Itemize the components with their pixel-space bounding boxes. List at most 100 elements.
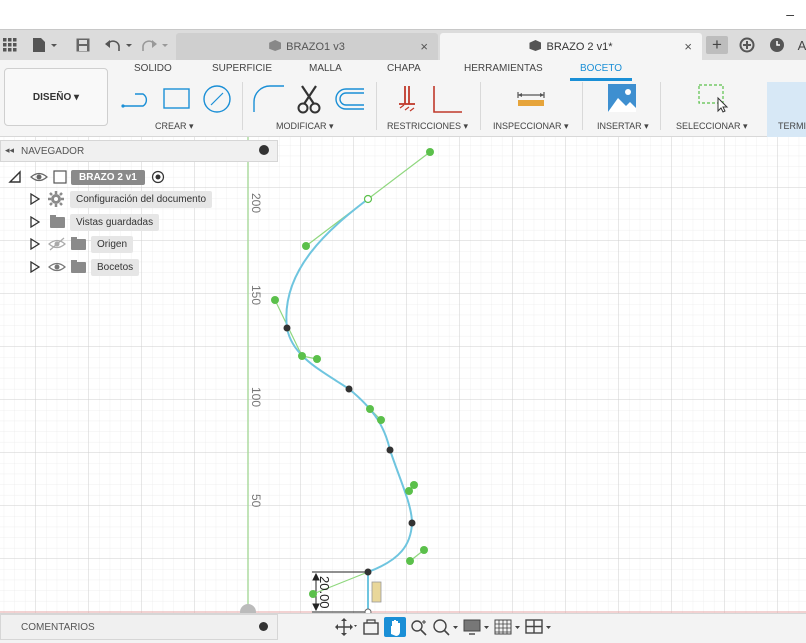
constraint-glyph-icon [371,581,382,603]
measure-icon[interactable] [516,88,546,108]
fillet-tool-icon[interactable] [252,84,286,114]
tree-item-bocetos[interactable]: Bocetos [30,257,140,277]
save-icon[interactable] [74,36,92,54]
divider [376,82,377,130]
handle-point [406,557,414,565]
rectangle-tool-icon[interactable] [162,86,192,112]
grid-icon[interactable] [2,36,18,54]
constraint-fix-icon[interactable] [396,84,418,114]
activate-radio-icon[interactable] [151,170,165,184]
grid-icon[interactable] [494,617,522,637]
group-terminar[interactable]: TERMI [778,121,806,131]
tree-item-label[interactable]: Origen [91,235,134,253]
toolbar-ribbon: DISEÑO ▾ SOLIDO SUPERFICIE MALLA CHAPA H… [0,60,806,137]
group-modificar[interactable]: MODIFICAR ▾ [276,121,334,132]
insert-image-icon[interactable] [608,84,636,112]
tree-item-vistas[interactable]: Vistas guardadas [30,212,160,232]
tab-chapa[interactable]: CHAPA [387,63,421,74]
pin-icon[interactable] [259,622,268,631]
file-icon[interactable] [30,36,60,54]
group-insertar[interactable]: INSERTAR ▾ [597,121,649,132]
axis-label-50: 50 [249,494,263,508]
trim-tool-icon[interactable] [296,84,324,114]
eye-hidden-icon[interactable] [48,237,66,251]
pan-icon[interactable] [384,617,406,637]
navigation-toolbar [334,615,554,639]
divider [582,82,583,130]
tab-herramientas[interactable]: HERRAMIENTAS [464,63,543,74]
offset-tool-icon[interactable] [332,86,366,112]
minimize-button[interactable]: – [786,6,794,22]
expand-triangle-icon[interactable] [30,193,40,205]
handle-point [420,546,428,554]
comments-panel[interactable]: COMENTARIOS [0,614,278,640]
root-component-row[interactable]: BRAZO 2 v1 [8,167,165,187]
notifications-button[interactable]: A [796,36,806,54]
new-tab-button[interactable]: + [706,35,728,54]
handle-point [366,405,374,413]
tab-malla[interactable]: MALLA [309,63,342,74]
tree-item-label[interactable]: Bocetos [91,258,140,276]
cube-icon [529,40,542,51]
tree-item-label[interactable]: Configuración del documento [70,190,213,208]
fit-point [386,446,394,454]
select-window-icon[interactable] [698,84,730,114]
expand-triangle-icon[interactable] [30,216,40,228]
redo-icon[interactable] [140,36,170,54]
tree-item-origen[interactable]: Origen [30,234,134,254]
display-icon[interactable] [463,617,491,637]
constraint-perpendicular-icon[interactable] [430,84,464,114]
comments-title: COMENTARIOS [21,622,95,633]
circle-tool-icon[interactable] [202,84,234,114]
tab-boceto[interactable]: BOCETO [580,63,622,74]
eye-icon[interactable] [48,260,66,274]
fit-icon[interactable] [432,617,460,637]
tab-brazo1[interactable]: BRAZO1 v3 × [176,33,438,60]
handle-point [313,355,321,363]
clock-icon[interactable] [768,36,786,54]
tab-label: BRAZO1 v3 [286,41,345,53]
handle-point [298,352,306,360]
undo-icon[interactable] [104,36,134,54]
divider [660,82,661,130]
close-icon[interactable]: × [684,39,692,54]
workspace-dropdown[interactable]: DISEÑO ▾ [4,68,108,126]
navigator-title: NAVEGADOR [21,146,85,157]
document-tab-bar: BRAZO1 v3 × BRAZO 2 v1* × + A [0,30,806,60]
expand-triangle-icon[interactable] [30,261,40,273]
zoom-icon[interactable] [409,617,429,637]
tab-brazo2[interactable]: BRAZO 2 v1* × [440,33,702,60]
fit-point-endpoint [363,194,373,204]
folder-icon [50,214,65,228]
close-icon[interactable]: × [420,39,428,54]
folder-icon [71,259,86,273]
root-component-label[interactable]: BRAZO 2 v1 [71,169,145,185]
expand-triangle-icon[interactable] [30,238,40,250]
line-tool-icon[interactable] [120,86,156,112]
dimension-value: 20.00 [317,576,332,609]
divider [480,82,481,130]
group-restricciones[interactable]: RESTRICCIONES ▾ [387,121,468,132]
fit-point [408,519,416,527]
viewports-icon[interactable] [525,617,553,637]
eye-icon[interactable] [30,170,48,184]
orbit-icon[interactable] [334,617,358,637]
pin-icon[interactable] [259,145,269,155]
collapse-triangle-icon[interactable] [8,170,22,184]
extensions-icon[interactable] [738,36,756,54]
cube-icon [269,40,282,51]
tab-solido[interactable]: SOLIDO [134,63,172,74]
look-at-icon[interactable] [361,617,381,637]
title-bar: – [0,0,806,30]
tree-item-config[interactable]: Configuración del documento [30,189,213,209]
collapse-icon[interactable]: ◂◂ [5,145,14,156]
gear-icon [48,191,64,207]
tab-label: BRAZO 2 v1* [546,41,613,53]
tab-superficie[interactable]: SUPERFICIE [212,63,272,74]
bottom-bar: COMENTARIOS [0,613,806,643]
group-inspeccionar[interactable]: INSPECCIONAR ▾ [493,121,569,132]
tree-item-label[interactable]: Vistas guardadas [70,213,160,231]
group-seleccionar[interactable]: SELECCIONAR ▾ [676,121,748,132]
group-crear[interactable]: CREAR ▾ [155,121,194,132]
component-icon [53,170,67,184]
